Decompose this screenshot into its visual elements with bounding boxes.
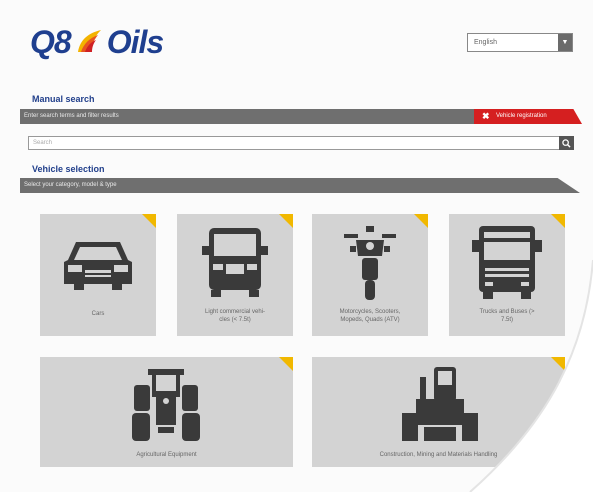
category-label: Trucks and Buses (> 7.5t) xyxy=(449,308,565,324)
van-icon xyxy=(202,228,268,297)
category-label: Agricultural Equipment xyxy=(136,452,197,458)
logo-text-left: Q8 xyxy=(30,24,72,60)
vehicle-registration-label: Vehicle registration xyxy=(496,113,547,119)
q8oils-logo[interactable]: Q8 Oils xyxy=(30,22,164,62)
motorcycle-icon xyxy=(344,226,396,300)
language-selected-value: English xyxy=(474,39,497,46)
truck-icon xyxy=(472,226,542,299)
category-tile-motorcycles[interactable]: Motorcycles, Scooters, Mopeds, Quads (AT… xyxy=(312,214,428,336)
vehicle-selection-bar: Select your category, model & type xyxy=(20,178,580,193)
corner-marker xyxy=(551,357,565,371)
category-tile-trucks[interactable]: Trucks and Buses (> 7.5t) xyxy=(449,214,565,336)
category-label-text: Motorcycles, Scooters, Mopeds, Quads (AT… xyxy=(339,309,401,323)
corner-marker xyxy=(551,214,565,228)
category-tile-cars[interactable]: Cars xyxy=(40,214,156,336)
cross-icon: ✖ xyxy=(482,111,490,121)
category-label-text: Light commercial vehi- cles (< 7.5t) xyxy=(204,309,266,323)
category-label: Cars xyxy=(91,311,105,317)
corner-marker xyxy=(142,214,156,228)
manual-search-title: Manual search xyxy=(32,94,95,104)
category-tile-light-commercial[interactable]: Light commercial vehi- cles (< 7.5t) xyxy=(177,214,293,336)
tractor-icon xyxy=(132,369,200,441)
manual-search-bar: Enter search terms and filter results xyxy=(20,109,510,124)
vehicle-selection-title: Vehicle selection xyxy=(32,164,105,174)
category-tile-construction[interactable]: Construction, Mining and Materials Handl… xyxy=(312,357,565,467)
search-input[interactable]: Search xyxy=(28,136,574,150)
logo-text-right: Oils xyxy=(106,24,164,60)
category-label-text: Trucks and Buses (> 7.5t) xyxy=(479,309,535,323)
vehicle-registration-button[interactable]: ✖ Vehicle registration xyxy=(474,109,582,124)
category-label: Motorcycles, Scooters, Mopeds, Quads (AT… xyxy=(312,308,428,324)
construction-icon xyxy=(402,367,478,441)
corner-marker xyxy=(279,214,293,228)
category-label: Construction, Mining and Materials Handl… xyxy=(379,452,498,458)
chevron-down-icon[interactable]: ▼ xyxy=(558,34,572,51)
corner-marker xyxy=(414,214,428,228)
category-label: Light commercial vehi- cles (< 7.5t) xyxy=(177,308,293,324)
search-icon[interactable] xyxy=(559,136,574,150)
language-select[interactable]: English ▼ xyxy=(467,33,573,52)
car-icon xyxy=(64,242,132,290)
category-tile-agricultural[interactable]: Agricultural Equipment xyxy=(40,357,293,467)
corner-marker xyxy=(279,357,293,371)
page: Q8 Oils English ▼ Manual search Enter se… xyxy=(0,0,593,492)
q8-sails-icon xyxy=(77,30,101,52)
